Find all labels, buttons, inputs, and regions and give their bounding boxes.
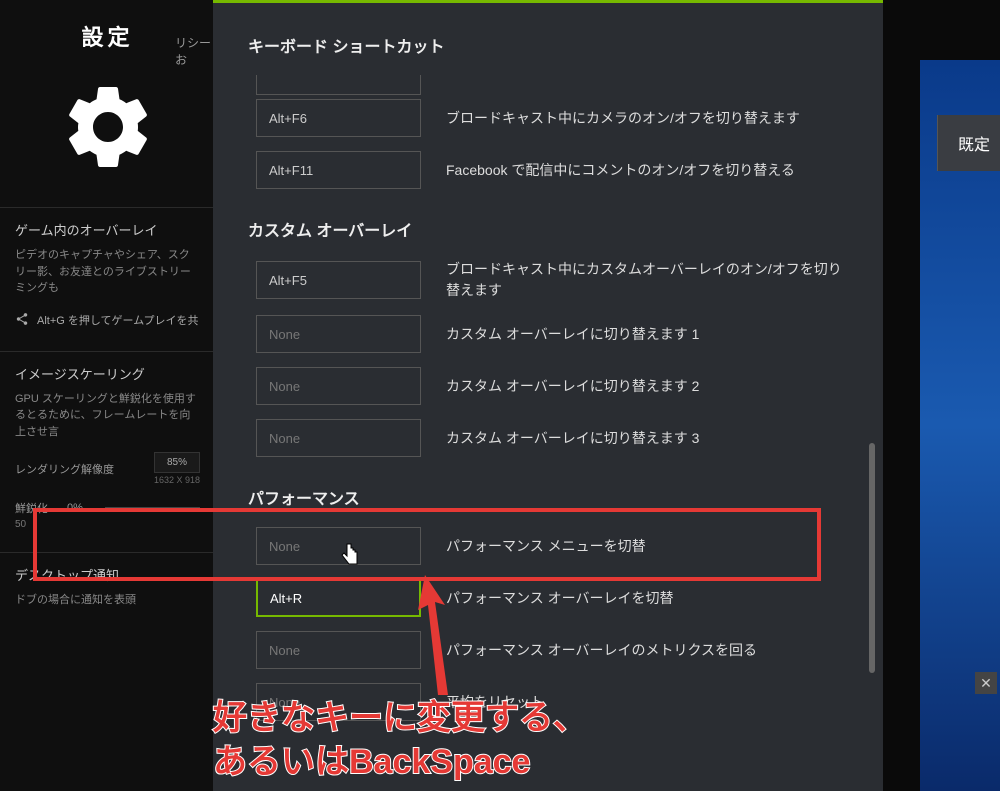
right-edge: 既定 ✕ <box>880 0 1000 791</box>
shortcut-key-input[interactable]: None <box>256 631 421 669</box>
sidebar-section-overlay[interactable]: ゲーム内のオーバーレイ ピデオのキャプチャやシェア、スクリー影、お友達とのライブ… <box>0 207 215 341</box>
shortcut-key-input[interactable]: None <box>256 683 421 721</box>
shortcut-row-camera: Alt+F6 ブロードキャスト中にカメラのオン/オフを切り替えます <box>248 99 848 137</box>
shortcut-desc: Facebook で配信中にコメントのオン/オフを切り替える <box>446 160 848 181</box>
shortcut-desc: パフォーマンス メニューを切替 <box>446 536 848 557</box>
render-resolution-sub: 1632 X 918 <box>154 475 200 485</box>
shortcut-row-facebook: Alt+F11 Facebook で配信中にコメントのオン/オフを切り替える <box>248 151 848 189</box>
shortcut-key-input[interactable]: Alt+R <box>256 579 421 617</box>
shortcut-row-custom-2: None カスタム オーバーレイに切り替えます 2 <box>248 367 848 405</box>
sidebar-section-scaling[interactable]: イメージスケーリング GPU スケーリングと鮮鋭化を使用するとるために、フレーム… <box>0 351 215 543</box>
shortcut-row <box>248 75 848 95</box>
shortcut-desc: ブロードキャスト中にカメラのオン/オフを切り替えます <box>446 108 848 129</box>
scaling-desc: GPU スケーリングと鮮鋭化を使用するとるために、フレームレートを向上させ言 <box>15 391 200 441</box>
shortcut-key-input[interactable]: None <box>256 367 421 405</box>
shortcut-row-perf-reset: None 平均をリセット <box>248 683 848 721</box>
close-icon[interactable]: ✕ <box>975 672 997 694</box>
share-icon <box>15 312 29 329</box>
sidebar-section-desktop[interactable]: デスクトップ通知 ドブの場合に通知を表頭 <box>0 552 215 621</box>
shortcut-row-perf-menu: None パフォーマンス メニューを切替 <box>248 527 848 565</box>
render-resolution-label: レンダリング解像度 <box>15 461 114 477</box>
overlay-title: ゲーム内のオーバーレイ <box>15 220 200 239</box>
shortcut-row-perf-metrics: None パフォーマンス オーバーレイのメトリクスを回る <box>248 631 848 669</box>
shortcut-key-input[interactable]: None <box>256 315 421 353</box>
shortcut-key-input[interactable]: Alt+F6 <box>256 99 421 137</box>
settings-sidebar: 設定 リシーお ゲーム内のオーバーレイ ピデオのキャプチャやシェア、スクリー影、… <box>0 0 215 791</box>
scaling-title: イメージスケーリング <box>15 364 200 383</box>
desktop-title: デスクトップ通知 <box>15 565 200 584</box>
shortcut-desc: 平均をリセット <box>446 692 848 713</box>
shortcut-row-custom-toggle: Alt+F5 ブロードキャスト中にカスタムオーバーレイのオン/オフを切り替えます <box>248 259 848 301</box>
shortcut-key-input[interactable]: None <box>256 527 421 565</box>
sharpen-pct: 0% <box>55 502 95 514</box>
sharpen-val: 50 <box>15 519 200 530</box>
shortcut-desc: ブロードキャスト中にカスタムオーバーレイのオン/オフを切り替えます <box>446 259 848 301</box>
section-keyboard: キーボード ショートカット <box>248 33 848 57</box>
desktop-desc: ドブの場合に通知を表頭 <box>15 592 200 609</box>
overlay-share-text: Alt+G を押してゲームプレイを共 <box>37 312 199 328</box>
default-button[interactable]: 既定 <box>937 115 1000 171</box>
section-performance: パフォーマンス <box>248 485 848 509</box>
shortcut-desc: パフォーマンス オーバーレイを切替 <box>446 588 848 609</box>
shortcut-desc: パフォーマンス オーバーレイのメトリクスを回る <box>446 640 848 661</box>
shortcut-row-custom-1: None カスタム オーバーレイに切り替えます 1 <box>248 315 848 353</box>
shortcut-row-perf-overlay: Alt+R パフォーマンス オーバーレイを切替 <box>248 579 848 617</box>
shortcut-desc: カスタム オーバーレイに切り替えます 3 <box>446 428 848 449</box>
shortcut-key-input[interactable] <box>256 75 421 95</box>
scrollbar-thumb[interactable] <box>869 443 875 673</box>
section-custom-overlay: カスタム オーバーレイ <box>248 217 848 241</box>
shortcut-key-input[interactable]: Alt+F5 <box>256 261 421 299</box>
shortcut-row-custom-3: None カスタム オーバーレイに切り替えます 3 <box>248 419 848 457</box>
sharpen-label: 鮮鋭化 <box>15 500 55 516</box>
shortcut-desc: カスタム オーバーレイに切り替えます 2 <box>446 376 848 397</box>
sharpen-slider[interactable] <box>105 507 200 509</box>
policy-fragment: リシーお <box>175 34 215 68</box>
overlay-desc: ピデオのキャプチャやシェア、スクリー影、お友達とのライブストリーミングも <box>15 247 200 297</box>
shortcut-key-input[interactable]: None <box>256 419 421 457</box>
shortcut-key-input[interactable]: Alt+F11 <box>256 151 421 189</box>
settings-modal: キーボード ショートカット Alt+F6 ブロードキャスト中にカメラのオン/オフ… <box>213 0 883 791</box>
render-resolution-value[interactable]: 85% <box>154 452 200 473</box>
gear-icon <box>58 77 158 177</box>
shortcut-desc: カスタム オーバーレイに切り替えます 1 <box>446 324 848 345</box>
overlay-share-hint: Alt+G を押してゲームプレイを共 <box>15 312 200 329</box>
